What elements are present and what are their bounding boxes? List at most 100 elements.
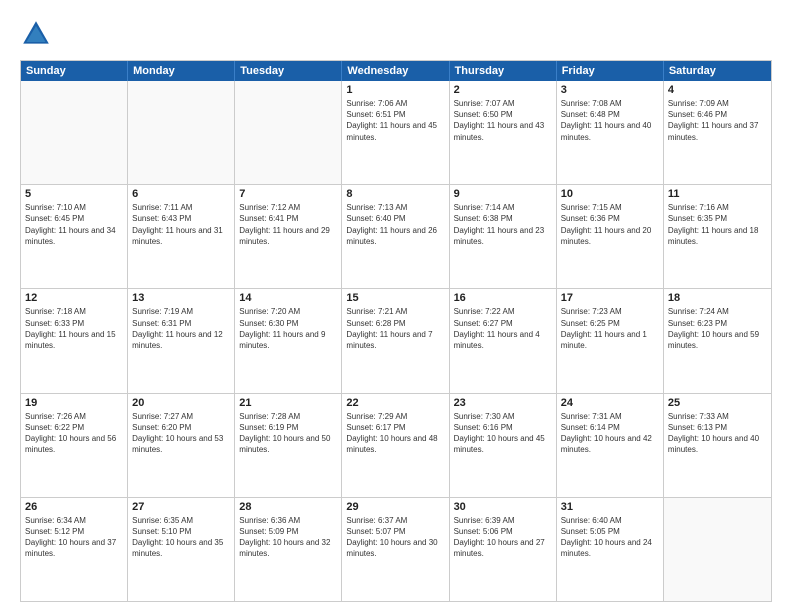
- cal-cell: 10 Sunrise: 7:15 AM Sunset: 6:36 PM Dayli…: [557, 185, 664, 288]
- cell-content: Sunrise: 7:12 AM Sunset: 6:41 PM Dayligh…: [239, 202, 337, 247]
- cal-cell: 8 Sunrise: 7:13 AM Sunset: 6:40 PM Daylig…: [342, 185, 449, 288]
- day-number: 16: [454, 292, 552, 304]
- cal-cell: 29Sunrise: 6:37 AM Sunset: 5:07 PM Dayli…: [342, 498, 449, 601]
- cell-content: Sunrise: 6:39 AM Sunset: 5:06 PM Dayligh…: [454, 515, 552, 560]
- cell-content: Sunrise: 7:22 AM Sunset: 6:27 PM Dayligh…: [454, 306, 552, 351]
- day-number: 21: [239, 397, 337, 409]
- header-day-saturday: Saturday: [664, 61, 771, 81]
- day-number: 24: [561, 397, 659, 409]
- day-number: 18: [668, 292, 767, 304]
- cell-content: Sunrise: 7:19 AM Sunset: 6:31 PM Dayligh…: [132, 306, 230, 351]
- cell-content: Sunrise: 7:14 AM Sunset: 6:38 PM Dayligh…: [454, 202, 552, 247]
- cell-content: Sunrise: 6:34 AM Sunset: 5:12 PM Dayligh…: [25, 515, 123, 560]
- day-number: 15: [346, 292, 444, 304]
- cell-content: Sunrise: 7:23 AM Sunset: 6:25 PM Dayligh…: [561, 306, 659, 351]
- cal-cell: 9Sunrise: 7:14 AM Sunset: 6:38 PM Daylig…: [450, 185, 557, 288]
- day-number: 12: [25, 292, 123, 304]
- cal-cell: 4Sunrise: 7:09 AM Sunset: 6:46 PM Daylig…: [664, 81, 771, 184]
- cal-cell: [128, 81, 235, 184]
- cell-content: Sunrise: 7:15 AM Sunset: 6:36 PM Dayligh…: [561, 202, 659, 247]
- cal-cell: 23 Sunrise: 7:30 AM Sunset: 6:16 PM Dayli…: [450, 394, 557, 497]
- cell-content: Sunrise: 7:08 AM Sunset: 6:48 PM Dayligh…: [561, 98, 659, 143]
- cal-cell: 17 Sunrise: 7:23 AM Sunset: 6:25 PM Dayli…: [557, 289, 664, 392]
- cal-cell: 26 Sunrise: 6:34 AM Sunset: 5:12 PM Dayli…: [21, 498, 128, 601]
- calendar-row-4: 26 Sunrise: 6:34 AM Sunset: 5:12 PM Dayli…: [21, 497, 771, 601]
- cell-content: Sunrise: 7:30 AM Sunset: 6:16 PM Dayligh…: [454, 411, 552, 456]
- day-number: 4: [668, 84, 767, 96]
- cell-content: Sunrise: 7:27 AM Sunset: 6:20 PM Dayligh…: [132, 411, 230, 456]
- cell-content: Sunrise: 7:11 AM Sunset: 6:43 PM Dayligh…: [132, 202, 230, 247]
- header-day-monday: Monday: [128, 61, 235, 81]
- day-number: 23: [454, 397, 552, 409]
- cal-cell: 5 Sunrise: 7:10 AM Sunset: 6:45 PM Daylig…: [21, 185, 128, 288]
- cell-content: Sunrise: 7:10 AM Sunset: 6:45 PM Dayligh…: [25, 202, 123, 247]
- cal-cell: 1 Sunrise: 7:06 AM Sunset: 6:51 PM Daylig…: [342, 81, 449, 184]
- cell-content: Sunrise: 6:35 AM Sunset: 5:10 PM Dayligh…: [132, 515, 230, 560]
- cell-content: Sunrise: 7:21 AM Sunset: 6:28 PM Dayligh…: [346, 306, 444, 351]
- cal-cell: 7 Sunrise: 7:12 AM Sunset: 6:41 PM Daylig…: [235, 185, 342, 288]
- day-number: 28: [239, 501, 337, 513]
- cal-cell: 13Sunrise: 7:19 AM Sunset: 6:31 PM Dayli…: [128, 289, 235, 392]
- calendar-row-0: 1 Sunrise: 7:06 AM Sunset: 6:51 PM Daylig…: [21, 81, 771, 184]
- day-number: 17: [561, 292, 659, 304]
- cell-content: Sunrise: 7:07 AM Sunset: 6:50 PM Dayligh…: [454, 98, 552, 143]
- cell-content: Sunrise: 7:31 AM Sunset: 6:14 PM Dayligh…: [561, 411, 659, 456]
- cal-cell: 12 Sunrise: 7:18 AM Sunset: 6:33 PM Dayli…: [21, 289, 128, 392]
- cell-content: Sunrise: 6:40 AM Sunset: 5:05 PM Dayligh…: [561, 515, 659, 560]
- day-number: 1: [346, 84, 444, 96]
- day-number: 25: [668, 397, 767, 409]
- page: SundayMondayTuesdayWednesdayThursdayFrid…: [0, 0, 792, 612]
- day-number: 2: [454, 84, 552, 96]
- cal-cell: 2 Sunrise: 7:07 AM Sunset: 6:50 PM Daylig…: [450, 81, 557, 184]
- cell-content: Sunrise: 7:20 AM Sunset: 6:30 PM Dayligh…: [239, 306, 337, 351]
- cal-cell: 21 Sunrise: 7:28 AM Sunset: 6:19 PM Dayli…: [235, 394, 342, 497]
- day-number: 26: [25, 501, 123, 513]
- cell-content: Sunrise: 7:28 AM Sunset: 6:19 PM Dayligh…: [239, 411, 337, 456]
- header-day-sunday: Sunday: [21, 61, 128, 81]
- header-day-tuesday: Tuesday: [235, 61, 342, 81]
- calendar-row-1: 5 Sunrise: 7:10 AM Sunset: 6:45 PM Daylig…: [21, 184, 771, 288]
- day-number: 31: [561, 501, 659, 513]
- cell-content: Sunrise: 6:36 AM Sunset: 5:09 PM Dayligh…: [239, 515, 337, 560]
- calendar-body: 1 Sunrise: 7:06 AM Sunset: 6:51 PM Daylig…: [21, 81, 771, 601]
- day-number: 10: [561, 188, 659, 200]
- calendar-row-3: 19Sunrise: 7:26 AM Sunset: 6:22 PM Dayli…: [21, 393, 771, 497]
- cell-content: Sunrise: 6:37 AM Sunset: 5:07 PM Dayligh…: [346, 515, 444, 560]
- cell-content: Sunrise: 7:24 AM Sunset: 6:23 PM Dayligh…: [668, 306, 767, 351]
- cal-cell: 14 Sunrise: 7:20 AM Sunset: 6:30 PM Dayli…: [235, 289, 342, 392]
- cell-content: Sunrise: 7:29 AM Sunset: 6:17 PM Dayligh…: [346, 411, 444, 456]
- day-number: 8: [346, 188, 444, 200]
- header: [20, 18, 772, 50]
- day-number: 6: [132, 188, 230, 200]
- cell-content: Sunrise: 7:06 AM Sunset: 6:51 PM Dayligh…: [346, 98, 444, 143]
- cell-content: Sunrise: 7:18 AM Sunset: 6:33 PM Dayligh…: [25, 306, 123, 351]
- cal-cell: 31 Sunrise: 6:40 AM Sunset: 5:05 PM Dayli…: [557, 498, 664, 601]
- cal-cell: 11Sunrise: 7:16 AM Sunset: 6:35 PM Dayli…: [664, 185, 771, 288]
- cal-cell: 24 Sunrise: 7:31 AM Sunset: 6:14 PM Dayli…: [557, 394, 664, 497]
- calendar-header: SundayMondayTuesdayWednesdayThursdayFrid…: [21, 61, 771, 81]
- cal-cell: 22 Sunrise: 7:29 AM Sunset: 6:17 PM Dayli…: [342, 394, 449, 497]
- cal-cell: 28 Sunrise: 6:36 AM Sunset: 5:09 PM Dayli…: [235, 498, 342, 601]
- cal-cell: [235, 81, 342, 184]
- day-number: 5: [25, 188, 123, 200]
- cal-cell: 16 Sunrise: 7:22 AM Sunset: 6:27 PM Dayli…: [450, 289, 557, 392]
- header-day-wednesday: Wednesday: [342, 61, 449, 81]
- day-number: 22: [346, 397, 444, 409]
- cal-cell: 19Sunrise: 7:26 AM Sunset: 6:22 PM Dayli…: [21, 394, 128, 497]
- cal-cell: [21, 81, 128, 184]
- day-number: 20: [132, 397, 230, 409]
- cell-content: Sunrise: 7:13 AM Sunset: 6:40 PM Dayligh…: [346, 202, 444, 247]
- day-number: 27: [132, 501, 230, 513]
- cal-cell: 27 Sunrise: 6:35 AM Sunset: 5:10 PM Dayli…: [128, 498, 235, 601]
- cal-cell: [664, 498, 771, 601]
- day-number: 7: [239, 188, 337, 200]
- cell-content: Sunrise: 7:33 AM Sunset: 6:13 PM Dayligh…: [668, 411, 767, 456]
- cal-cell: 6 Sunrise: 7:11 AM Sunset: 6:43 PM Daylig…: [128, 185, 235, 288]
- logo-icon: [20, 18, 52, 50]
- cal-cell: 20 Sunrise: 7:27 AM Sunset: 6:20 PM Dayli…: [128, 394, 235, 497]
- header-day-friday: Friday: [557, 61, 664, 81]
- day-number: 14: [239, 292, 337, 304]
- calendar-row-2: 12 Sunrise: 7:18 AM Sunset: 6:33 PM Dayli…: [21, 288, 771, 392]
- cell-content: Sunrise: 7:26 AM Sunset: 6:22 PM Dayligh…: [25, 411, 123, 456]
- cal-cell: 18 Sunrise: 7:24 AM Sunset: 6:23 PM Dayli…: [664, 289, 771, 392]
